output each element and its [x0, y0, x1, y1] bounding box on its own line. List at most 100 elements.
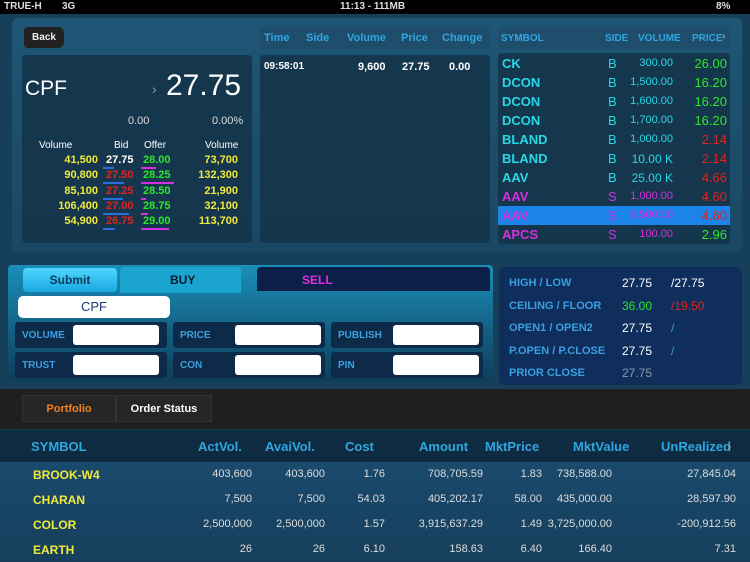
bid-price: 26.75	[106, 215, 134, 228]
con-label: CON	[180, 360, 203, 371]
value-cell: 7,500	[224, 493, 252, 505]
publish-field: PUBLISH	[331, 322, 483, 348]
market-symbol: CK	[502, 56, 521, 71]
back-button[interactable]: Back	[24, 27, 64, 48]
market-volume: 10.00 K	[631, 152, 673, 166]
offer-depth-bar	[141, 228, 170, 231]
market-side: B	[608, 151, 617, 166]
info-value: 27.75	[622, 343, 653, 358]
submit-button[interactable]: Submit	[23, 268, 117, 292]
quote-pct-change: 0.00%	[212, 115, 244, 127]
value-cell: 1.76	[363, 468, 385, 480]
market-row[interactable]: DCON B 1,700.00 16.20	[498, 111, 730, 130]
market-row[interactable]: BLAND B 1,000.00 2.14	[498, 130, 730, 149]
info-label: P.OPEN / P.CLOSE	[509, 344, 606, 357]
col-price: Price	[401, 32, 428, 44]
table-row[interactable]: CHARAN 7,500 7,500 54.03 405,202.17 58.00 435,…	[0, 487, 750, 512]
price-label: PRICE	[180, 330, 211, 341]
network: 3G	[62, 1, 76, 12]
market-volume: 1,600.00	[630, 95, 673, 107]
market-row[interactable]: AAV S 9,500.00 4.60	[498, 206, 730, 225]
table-row[interactable]: EARTH 26 26 6.10 158.63 6.40 166.40 7.31	[0, 537, 750, 562]
bottom-tabs: Portfolio Order Status	[0, 389, 750, 429]
chevron-right-icon[interactable]: ›	[727, 439, 731, 454]
col-mktvalue: MktValue	[573, 439, 630, 454]
tick-volume: 9,600	[358, 61, 386, 73]
info-label: OPEN1 / OPEN2	[509, 322, 593, 334]
info-value: 27.75	[622, 366, 653, 380]
quote-change: 0.00	[128, 115, 150, 127]
offer-price: 28.00	[143, 154, 171, 166]
market-row[interactable]: APCS S 100.00 2.96	[498, 225, 730, 244]
bid-volume: 90,800	[64, 169, 98, 182]
value-cell: 26	[239, 543, 252, 555]
ticks-header: Time Side Volume Price Change	[260, 27, 490, 49]
symbol-cell: COLOR	[33, 518, 77, 532]
info-label: CEILING / FLOOR	[509, 299, 602, 312]
value-cell: 27,845.04	[687, 468, 736, 480]
price-input[interactable]	[235, 325, 321, 345]
market-volume: 25.00 K	[631, 171, 673, 185]
info-label: HIGH / LOW	[509, 277, 572, 289]
offer-price: 28.50	[143, 184, 171, 197]
market-volume: 1,000.00	[630, 133, 673, 145]
tab-buy[interactable]: BUY	[120, 267, 241, 293]
col-mktprice: MktPrice	[485, 439, 540, 454]
market-volume: 1,000.00	[630, 190, 673, 202]
offer-volume: 113,700	[198, 215, 238, 228]
sell-label: SELL	[302, 273, 333, 287]
market-volume: 9,500.00	[630, 209, 673, 221]
value-cell: 708,705.59	[427, 468, 483, 480]
market-row[interactable]: DCON B 1,600.00 16.20	[498, 92, 730, 111]
offer-price: 29.00	[143, 215, 171, 228]
market-symbol: APCS	[502, 227, 539, 242]
market-side: B	[608, 113, 617, 128]
tab-order-status[interactable]: Order Status	[116, 395, 212, 422]
value-cell: 1.83	[520, 468, 542, 480]
bid-price: 27.75	[106, 154, 134, 166]
tab-portfolio[interactable]: Portfolio	[22, 395, 116, 422]
con-input[interactable]	[235, 355, 321, 375]
market-row[interactable]: BLAND B 10.00 K 2.14	[498, 149, 730, 168]
market-price: 16.20	[694, 94, 727, 109]
tab-sell[interactable]: SELL	[257, 267, 490, 291]
market-row[interactable]: CK B 300.00 26.00	[498, 54, 730, 73]
market-volume: 100.00	[639, 228, 673, 240]
symbol-cell: EARTH	[33, 543, 75, 557]
value-cell: 2,500,000	[276, 518, 325, 530]
market-row[interactable]: DCON B 1,500.00 16.20	[498, 73, 730, 92]
market-symbol: DCON	[502, 113, 541, 128]
market-side: B	[608, 56, 617, 71]
market-price: 16.20	[694, 75, 727, 90]
table-row[interactable]: BROOK-W4 403,600 403,600 1.76 708,705.59 1.83…	[0, 462, 750, 487]
market-volume: 1,500.00	[630, 76, 673, 88]
market-side: B	[608, 75, 617, 90]
volume-input[interactable]	[73, 325, 159, 345]
info-value: 36.00	[622, 298, 653, 313]
value-cell: 58.00	[514, 493, 542, 505]
offer-volume: 21,900	[204, 184, 238, 197]
tick-time: 09:58:01	[264, 61, 305, 72]
market-row[interactable]: AAV B 25.00 K 4.66	[498, 168, 730, 187]
table-row[interactable]: COLOR 2,500,000 2,500,000 1.57 3,915,637.29 1…	[0, 512, 750, 537]
value-cell: 738,588.00	[556, 468, 612, 480]
trust-input[interactable]	[73, 355, 159, 375]
quote-symbol: CPF	[25, 77, 67, 100]
info-value: /27.75	[671, 276, 705, 290]
chevron-right-icon[interactable]: ›	[722, 31, 725, 42]
market-symbol: DCON	[502, 94, 541, 109]
publish-input[interactable]	[393, 325, 479, 345]
bid-volume: 106,400	[58, 199, 98, 212]
pin-input[interactable]	[393, 355, 479, 375]
market-price: 26.00	[694, 56, 727, 71]
portfolio-header: SYMBOL ActVol. AvaiVol. Cost Amount MktP…	[0, 430, 750, 462]
market-symbol: AAV	[502, 208, 529, 223]
price-field: PRICE	[173, 322, 325, 348]
col-side: SIDE	[605, 33, 629, 44]
col-symbol: SYMBOL	[31, 439, 87, 454]
value-cell: 28,597.90	[687, 493, 736, 505]
symbol-input[interactable]: CPF	[18, 296, 170, 318]
pin-field: PIN	[331, 352, 483, 378]
market-side: S	[608, 227, 617, 242]
market-row[interactable]: AAV S 1,000.00 4.60	[498, 187, 730, 206]
